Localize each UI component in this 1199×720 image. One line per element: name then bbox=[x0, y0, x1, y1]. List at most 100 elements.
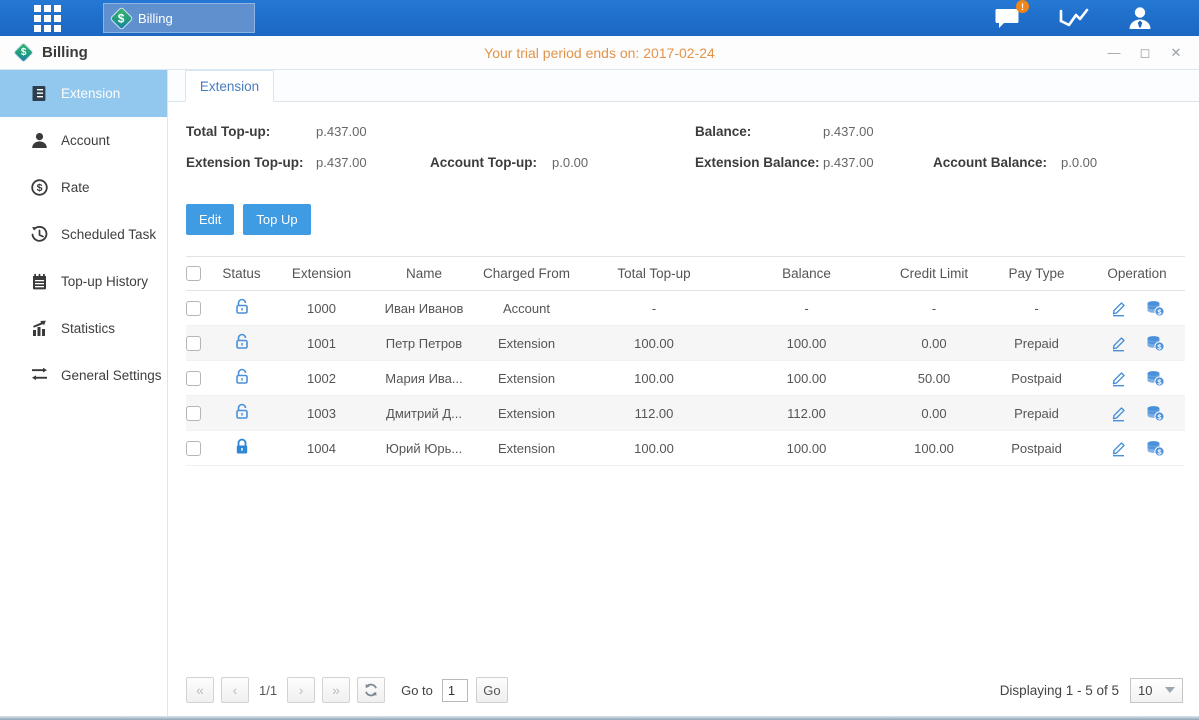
lock-open-icon bbox=[234, 368, 250, 385]
edit-row-icon[interactable] bbox=[1110, 440, 1127, 457]
top-up-row-icon[interactable]: $ bbox=[1146, 335, 1165, 352]
first-page-button[interactable]: « bbox=[186, 677, 214, 703]
total-topup-label: Total Top-up: bbox=[186, 124, 270, 139]
lock-open-icon bbox=[234, 333, 250, 350]
last-page-button[interactable]: » bbox=[322, 677, 350, 703]
cell-balance: - bbox=[729, 301, 884, 316]
cell-total-topup: 112.00 bbox=[579, 406, 729, 421]
sidebar-item-label: Rate bbox=[61, 180, 90, 195]
row-checkbox[interactable] bbox=[186, 406, 201, 421]
table-row: 1000 Иван Иванов Account - - - - $ bbox=[186, 291, 1185, 326]
select-all-checkbox[interactable] bbox=[186, 266, 201, 281]
top-up-row-icon[interactable]: $ bbox=[1146, 300, 1165, 317]
edit-row-icon[interactable] bbox=[1110, 370, 1127, 387]
extension-balance-value: p.437.00 bbox=[823, 155, 874, 170]
sidebar-item-statistics[interactable]: Statistics bbox=[0, 305, 167, 352]
page-size-select[interactable]: 10 bbox=[1130, 678, 1183, 703]
cell-pay-type: - bbox=[984, 301, 1089, 316]
app-grid-icon[interactable] bbox=[34, 5, 61, 32]
close-button[interactable]: ✕ bbox=[1169, 46, 1183, 60]
svg-text:$: $ bbox=[37, 182, 43, 194]
goto-page-input[interactable] bbox=[442, 679, 468, 702]
prev-page-button[interactable]: ‹ bbox=[221, 677, 249, 703]
billing-window-icon: $ bbox=[13, 42, 34, 63]
cell-extension: 1001 bbox=[269, 336, 374, 351]
extension-topup-value: p.437.00 bbox=[316, 155, 367, 170]
pagination-bar: « ‹ 1/1 › » Go to Go Displaying bbox=[168, 670, 1199, 716]
row-checkbox[interactable] bbox=[186, 371, 201, 386]
extension-table: Status Extension Name Charged From Total… bbox=[186, 256, 1185, 466]
cell-total-topup: 100.00 bbox=[579, 371, 729, 386]
user-account-icon[interactable] bbox=[1127, 5, 1153, 31]
edit-row-icon[interactable] bbox=[1110, 300, 1127, 317]
cell-credit-limit: - bbox=[884, 301, 984, 316]
sidebar-item-label: Extension bbox=[61, 86, 120, 101]
statistics-chart-icon[interactable] bbox=[1059, 6, 1089, 30]
maximize-button[interactable]: ◻ bbox=[1138, 46, 1152, 60]
cell-pay-type: Prepaid bbox=[984, 406, 1089, 421]
edit-button[interactable]: Edit bbox=[186, 204, 234, 235]
rate-icon: $ bbox=[31, 179, 48, 196]
lock-open-icon bbox=[234, 403, 250, 420]
statistics-icon bbox=[31, 320, 48, 337]
sidebar-item-label: Scheduled Task bbox=[61, 227, 156, 242]
sidebar-item-account[interactable]: Account bbox=[0, 117, 167, 164]
col-credit-limit: Credit Limit bbox=[884, 266, 984, 281]
sidebar-item-topup-history[interactable]: Top-up History bbox=[0, 258, 167, 305]
sidebar-item-extension[interactable]: Extension bbox=[0, 70, 167, 117]
table-row: 1002 Мария Ива... Extension 100.00 100.0… bbox=[186, 361, 1185, 396]
top-up-button[interactable]: Top Up bbox=[243, 204, 310, 235]
go-button[interactable]: Go bbox=[476, 677, 508, 703]
general-settings-icon bbox=[31, 367, 48, 384]
edit-row-icon[interactable] bbox=[1110, 335, 1127, 352]
taskbar-tab-billing[interactable]: $ Billing bbox=[103, 3, 255, 33]
minimize-button[interactable]: — bbox=[1107, 46, 1121, 60]
sidebar-item-label: General Settings bbox=[61, 368, 162, 383]
cell-credit-limit: 0.00 bbox=[884, 406, 984, 421]
cell-name: Петр Петров bbox=[374, 336, 474, 351]
col-pay-type: Pay Type bbox=[984, 266, 1089, 281]
cell-name: Юрий Юрь... bbox=[374, 441, 474, 456]
cell-total-topup: 100.00 bbox=[579, 441, 729, 456]
messages-icon[interactable]: ! bbox=[995, 6, 1021, 30]
top-up-row-icon[interactable]: $ bbox=[1146, 370, 1165, 387]
cell-credit-limit: 0.00 bbox=[884, 336, 984, 351]
displaying-count: Displaying 1 - 5 of 5 bbox=[1000, 683, 1119, 698]
col-name: Name bbox=[374, 266, 474, 281]
sidebar: Extension Account $ Rat bbox=[0, 70, 168, 716]
row-checkbox[interactable] bbox=[186, 301, 201, 316]
table-row: 1004 Юрий Юрь... Extension 100.00 100.00… bbox=[186, 431, 1185, 466]
cell-extension: 1000 bbox=[269, 301, 374, 316]
row-checkbox[interactable] bbox=[186, 336, 201, 351]
cell-charged-from: Account bbox=[474, 301, 579, 316]
tab-extension[interactable]: Extension bbox=[185, 70, 274, 102]
cell-pay-type: Prepaid bbox=[984, 336, 1089, 351]
cell-credit-limit: 100.00 bbox=[884, 441, 984, 456]
next-page-button[interactable]: › bbox=[287, 677, 315, 703]
cell-charged-from: Extension bbox=[474, 336, 579, 351]
sidebar-item-general-settings[interactable]: General Settings bbox=[0, 352, 167, 399]
account-balance-value: p.0.00 bbox=[1061, 155, 1097, 170]
lock-closed-icon bbox=[234, 438, 250, 455]
sidebar-item-scheduled-task[interactable]: Scheduled Task bbox=[0, 211, 167, 258]
edit-row-icon[interactable] bbox=[1110, 405, 1127, 422]
sidebar-item-label: Statistics bbox=[61, 321, 115, 336]
window-title-bar: $ Billing Your trial period ends on: 201… bbox=[0, 36, 1199, 70]
sidebar-item-rate[interactable]: $ Rate bbox=[0, 164, 167, 211]
table-header: Status Extension Name Charged From Total… bbox=[186, 256, 1185, 291]
extension-icon bbox=[31, 85, 48, 102]
lock-open-icon bbox=[234, 298, 250, 315]
balance-label: Balance: bbox=[695, 124, 751, 139]
window-bottom-border bbox=[0, 716, 1199, 720]
cell-total-topup: - bbox=[579, 301, 729, 316]
refresh-icon[interactable] bbox=[357, 677, 385, 703]
cell-extension: 1002 bbox=[269, 371, 374, 386]
top-up-row-icon[interactable]: $ bbox=[1146, 440, 1165, 457]
row-checkbox[interactable] bbox=[186, 441, 201, 456]
cell-balance: 112.00 bbox=[729, 406, 884, 421]
table-row: 1003 Дмитрий Д... Extension 112.00 112.0… bbox=[186, 396, 1185, 431]
col-total-topup: Total Top-up bbox=[579, 266, 729, 281]
top-up-row-icon[interactable]: $ bbox=[1146, 405, 1165, 422]
balance-summary: Total Top-up: p.437.00 Balance: p.437.00… bbox=[186, 118, 1185, 194]
col-operation: Operation bbox=[1089, 266, 1185, 281]
